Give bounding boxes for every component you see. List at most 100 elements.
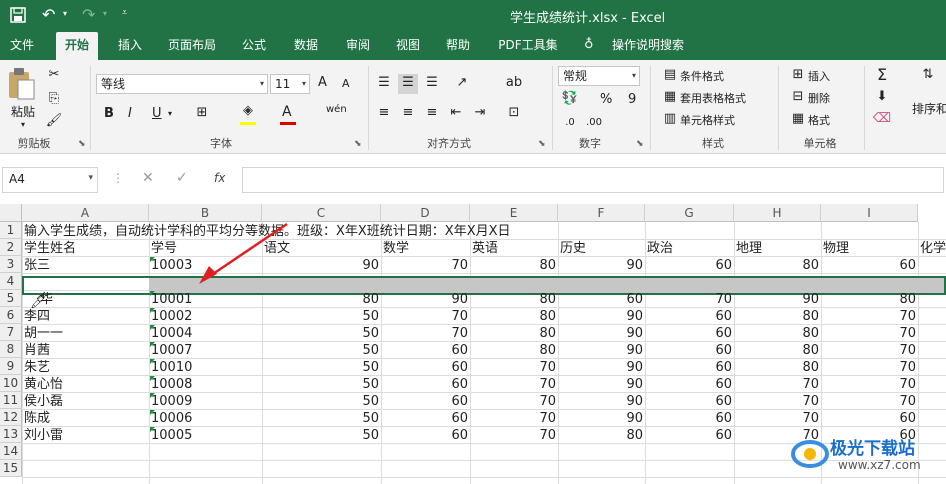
score-cell[interactable]: 60: [645, 410, 734, 427]
cell-styles-button[interactable]: 单元格样式: [680, 112, 735, 128]
score-cell[interactable]: 70: [821, 325, 918, 342]
score-cell[interactable]: 70: [734, 376, 821, 393]
column-header-d[interactable]: D: [381, 204, 470, 222]
score-cell[interactable]: 80: [734, 257, 821, 274]
undo-dropdown-icon[interactable]: ▾: [63, 9, 67, 18]
score-cell[interactable]: 70: [470, 376, 558, 393]
score-cell[interactable]: 70: [821, 308, 918, 325]
score-cell[interactable]: 60: [558, 291, 645, 308]
number-format-select[interactable]: 常规 ▾: [558, 66, 640, 86]
italic-button[interactable]: I: [128, 106, 132, 121]
tab-insert[interactable]: 插入: [110, 32, 150, 60]
student-id-cell[interactable]: 10007: [149, 342, 194, 359]
underline-dropdown-icon[interactable]: ▾: [168, 109, 172, 118]
student-id-cell[interactable]: 10004: [149, 325, 194, 342]
row-header-7[interactable]: 7: [0, 324, 22, 341]
score-cell[interactable]: 70: [821, 359, 918, 376]
score-cell[interactable]: 80: [470, 291, 558, 308]
score-cell[interactable]: 60: [381, 393, 470, 410]
score-cell[interactable]: 70: [381, 308, 470, 325]
student-id-cell[interactable]: 10006: [149, 410, 194, 427]
tab-review[interactable]: 审阅: [338, 32, 378, 60]
score-cell[interactable]: 70: [470, 393, 558, 410]
row-header-5[interactable]: 5: [0, 290, 22, 307]
conditional-format-button[interactable]: 条件格式: [680, 68, 724, 84]
row-header-10[interactable]: 10: [0, 375, 22, 392]
score-cell[interactable]: 90: [558, 342, 645, 359]
row-header-15[interactable]: 15: [0, 460, 22, 477]
font-launcher-icon[interactable]: ⬊: [354, 139, 362, 149]
clipboard-launcher-icon[interactable]: ⬊: [78, 139, 86, 149]
score-cell[interactable]: 90: [558, 393, 645, 410]
student-id-cell[interactable]: 10010: [149, 359, 194, 376]
chevron-down-icon[interactable]: ▾: [88, 173, 93, 183]
student-id-cell[interactable]: 10001: [149, 291, 194, 308]
header-cell[interactable]: 英语: [470, 240, 500, 257]
align-right-icon[interactable]: ≡: [422, 104, 442, 124]
header-cell[interactable]: 政治: [645, 240, 675, 257]
number-launcher-icon[interactable]: ⬊: [636, 139, 644, 149]
tab-pdf-tools[interactable]: PDF工具集: [492, 32, 564, 60]
row-header-3[interactable]: 3: [0, 256, 22, 273]
student-name-cell[interactable]: 朱艺: [22, 359, 52, 376]
score-cell[interactable]: 90: [558, 376, 645, 393]
increase-indent-icon[interactable]: ⇥: [470, 104, 490, 124]
align-middle-icon[interactable]: ☰: [398, 74, 418, 94]
header-cell[interactable]: 学生姓名: [22, 240, 78, 257]
student-name-cell[interactable]: 刘小雷: [22, 427, 65, 444]
student-id-cell[interactable]: 10009: [149, 393, 194, 410]
orientation-icon[interactable]: ↗: [452, 74, 472, 94]
borders-icon[interactable]: ⊞: [192, 104, 212, 124]
score-cell[interactable]: 60: [381, 427, 470, 444]
format-cells-button[interactable]: 格式: [808, 112, 830, 128]
student-name-cell[interactable]: 张三: [22, 257, 52, 274]
column-header-f[interactable]: F: [558, 204, 645, 222]
score-cell[interactable]: 80: [734, 325, 821, 342]
tab-page-layout[interactable]: 页面布局: [162, 32, 222, 60]
header-cell[interactable]: 物理: [821, 240, 851, 257]
score-cell[interactable]: 60: [381, 359, 470, 376]
align-top-icon[interactable]: ☰: [374, 74, 394, 94]
enter-icon[interactable]: ✓: [176, 170, 188, 186]
score-cell[interactable]: 60: [645, 393, 734, 410]
student-id-cell[interactable]: 10003: [149, 257, 194, 274]
name-box[interactable]: A4 ▾: [2, 167, 98, 193]
align-bottom-icon[interactable]: ☰: [422, 74, 442, 94]
student-name-cell[interactable]: 黄心怡: [22, 376, 65, 393]
row-header-2[interactable]: 2: [0, 239, 22, 256]
header-cell[interactable]: 历史: [558, 240, 588, 257]
increase-decimal-icon[interactable]: .0: [560, 114, 580, 134]
tab-home[interactable]: 开始: [56, 32, 98, 60]
student-id-cell[interactable]: 10005: [149, 427, 194, 444]
column-header-i[interactable]: I: [821, 204, 918, 222]
student-name-cell[interactable]: 胡一一: [22, 325, 65, 342]
score-cell[interactable]: 90: [558, 308, 645, 325]
score-cell[interactable]: 90: [734, 291, 821, 308]
score-cell[interactable]: 80: [262, 291, 381, 308]
clear-icon[interactable]: ⌫: [872, 110, 892, 130]
tab-data[interactable]: 数据: [286, 32, 326, 60]
score-cell[interactable]: 70: [821, 376, 918, 393]
decrease-decimal-icon[interactable]: .00: [584, 114, 604, 134]
score-cell[interactable]: 90: [558, 257, 645, 274]
grow-font-button[interactable]: A: [318, 75, 327, 90]
paste-dropdown-icon[interactable]: ▾: [6, 120, 40, 129]
score-cell[interactable]: 60: [821, 257, 918, 274]
score-cell[interactable]: 50: [262, 376, 381, 393]
score-cell[interactable]: 90: [558, 410, 645, 427]
cancel-icon[interactable]: ✕: [142, 170, 154, 186]
score-cell[interactable]: 60: [381, 342, 470, 359]
tab-help[interactable]: 帮助: [440, 32, 476, 60]
score-cell[interactable]: 60: [645, 359, 734, 376]
score-cell[interactable]: 60: [821, 410, 918, 427]
row-header-14[interactable]: 14: [0, 443, 22, 460]
header-cell[interactable]: 地理: [734, 240, 764, 257]
select-all-corner[interactable]: [0, 204, 22, 222]
sort-filter-icon[interactable]: ⇅: [918, 66, 938, 86]
score-cell[interactable]: 80: [821, 291, 918, 308]
customize-icon[interactable]: ⩡: [122, 8, 127, 18]
tab-formulas[interactable]: 公式: [234, 32, 274, 60]
score-cell[interactable]: 70: [821, 342, 918, 359]
cut-icon[interactable]: ✂: [44, 66, 64, 86]
score-cell[interactable]: 70: [470, 359, 558, 376]
